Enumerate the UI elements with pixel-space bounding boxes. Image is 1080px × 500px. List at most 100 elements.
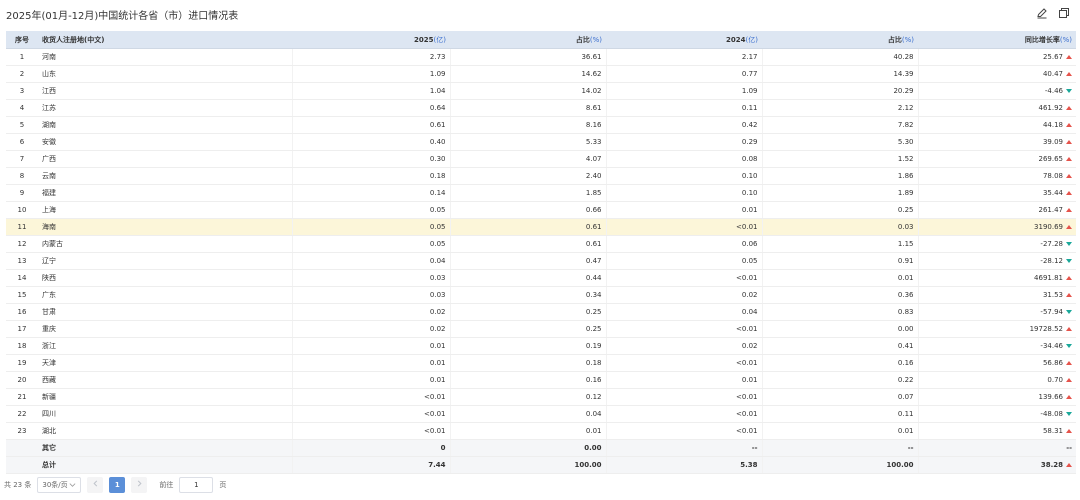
cell-text: -34.46 — [1040, 342, 1063, 350]
row-region: 广东 — [38, 286, 293, 304]
cell-text: 云南 — [42, 172, 56, 180]
total-count: 共 23 条 — [4, 481, 32, 489]
cell-text: -48.08 — [1040, 410, 1063, 418]
cell-text: <0.01 — [424, 427, 446, 435]
row-region: 重庆 — [38, 320, 293, 338]
row-value-2024: 0.01 — [606, 371, 763, 389]
cell-text: 0.03 — [429, 291, 446, 299]
row-value-2025: <0.01 — [292, 405, 451, 423]
cell-text: 5.38 — [740, 461, 758, 469]
row-share-2025: 1.85 — [450, 184, 607, 202]
header-2024[interactable]: 2024(亿) — [606, 31, 762, 49]
cell-text: 0.01 — [741, 376, 758, 384]
edit-icon[interactable] — [1036, 7, 1048, 19]
pagination: 共 23 条 30条/页 1 前往 页 — [4, 476, 226, 494]
row-growth: 19728.52 — [918, 320, 1076, 338]
table-row: 4 江苏 0.64 8.61 0.11 2.12 461.92 — [6, 99, 1076, 117]
row-value-2024: 0.11 — [606, 99, 763, 117]
row-region: 四川 — [38, 405, 293, 423]
cell-text: 3190.69 — [1034, 223, 1063, 231]
cell-text: 0.66 — [585, 206, 602, 214]
cell-text: <0.01 — [736, 393, 758, 401]
row-region: 海南 — [38, 218, 293, 236]
next-page-button[interactable] — [131, 477, 148, 493]
cell-text: 5.33 — [585, 138, 602, 146]
row-value-2025: 1.04 — [292, 82, 451, 100]
row-value-2024: 0.01 — [606, 201, 763, 219]
cell-text: 0.18 — [429, 172, 446, 180]
cell-text: 22 — [17, 410, 27, 418]
cell-text: 18 — [17, 342, 27, 350]
row-region: 湖北 — [38, 422, 293, 440]
cell-text: 0.12 — [585, 393, 602, 401]
cell-text: 0.16 — [897, 359, 914, 367]
row-value-2025: 7.44 — [292, 456, 451, 474]
cell-text: 0.83 — [897, 308, 914, 316]
row-value-2025: 0 — [292, 439, 451, 457]
cell-text: 安徽 — [42, 138, 56, 146]
cell-text: 0.70 — [1047, 376, 1063, 384]
row-value-2024: <0.01 — [606, 354, 763, 372]
row-index: 22 — [6, 405, 38, 423]
row-index: 10 — [6, 201, 38, 219]
page-size-select[interactable]: 30条/页 — [37, 477, 82, 493]
table-row: 15 广东 0.03 0.34 0.02 0.36 31.53 — [6, 286, 1076, 304]
goto-page-input[interactable] — [179, 477, 214, 493]
row-growth: 58.31 — [918, 422, 1076, 440]
cell-text: 0.11 — [897, 410, 914, 418]
cell-text: -4.46 — [1044, 87, 1063, 95]
page-title: 2025年(01月-12月)中国统计各省（市）进口情况表 — [6, 11, 239, 22]
cell-text: 10 — [17, 206, 27, 214]
cell-text: 139.66 — [1038, 393, 1064, 401]
header-unit: (亿) — [433, 35, 446, 44]
row-value-2025: 0.05 — [292, 201, 451, 219]
cell-text: 0.04 — [429, 257, 446, 265]
row-share-2025: 0.25 — [450, 320, 607, 338]
row-value-2024: 0.06 — [606, 235, 763, 253]
arrow-down-icon — [1066, 242, 1072, 246]
cell-text: 44.18 — [1042, 121, 1063, 129]
row-region: 云南 — [38, 167, 293, 185]
header-index[interactable]: 序号 — [6, 31, 38, 49]
row-share-2024: 1.15 — [762, 235, 919, 253]
row-value-2025: 0.02 — [292, 320, 451, 338]
cell-text: 0.00 — [584, 444, 602, 452]
page-number-button[interactable]: 1 — [109, 477, 126, 493]
cell-text: 19728.52 — [1029, 325, 1063, 333]
row-share-2024: 5.30 — [762, 133, 919, 151]
header-2025[interactable]: 2025(亿) — [292, 31, 450, 49]
header-growth[interactable]: 同比增长率(%) — [918, 31, 1076, 49]
arrow-up-icon — [1066, 276, 1072, 280]
row-share-2025: 0.12 — [450, 388, 607, 406]
cell-text: 福建 — [42, 189, 56, 197]
row-share-2025: 0.18 — [450, 354, 607, 372]
row-growth: 461.92 — [918, 99, 1076, 117]
row-share-2025: 8.16 — [450, 116, 607, 134]
cell-text: 13 — [17, 257, 27, 265]
header-unit: (%) — [901, 35, 914, 44]
row-growth: 78.08 — [918, 167, 1076, 185]
row-index: 18 — [6, 337, 38, 355]
row-region: 江西 — [38, 82, 293, 100]
row-share-2024: 0.36 — [762, 286, 919, 304]
row-share-2024: 0.25 — [762, 201, 919, 219]
cell-text: 2.40 — [585, 172, 602, 180]
row-region: 西藏 — [38, 371, 293, 389]
arrow-up-icon — [1066, 157, 1072, 161]
row-value-2025: 0.05 — [292, 235, 451, 253]
cell-text: 0.34 — [585, 291, 602, 299]
header-share-2025[interactable]: 占比(%) — [450, 31, 606, 49]
cell-text: 重庆 — [42, 325, 56, 333]
arrow-down-icon — [1066, 259, 1072, 263]
cell-text: 0.19 — [585, 342, 602, 350]
row-value-2024: 0.77 — [606, 65, 763, 83]
header-share-2024[interactable]: 占比(%) — [762, 31, 918, 49]
copy-icon[interactable] — [1058, 7, 1070, 19]
cell-text: 7 — [19, 155, 25, 163]
row-region: 安徽 — [38, 133, 293, 151]
arrow-up-icon — [1066, 72, 1072, 76]
table-row: 5 湖南 0.61 8.16 0.42 7.82 44.18 — [6, 116, 1076, 134]
prev-page-button[interactable] — [87, 477, 104, 493]
cell-text: 1.15 — [897, 240, 914, 248]
header-region[interactable]: 收货人注册地(中文) — [38, 31, 292, 49]
